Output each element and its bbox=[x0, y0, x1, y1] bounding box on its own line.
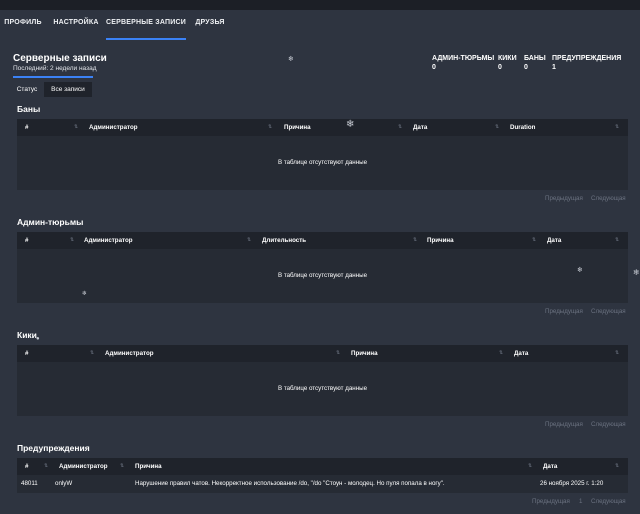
section-title-warnings: Предупреждения bbox=[17, 443, 90, 453]
col-header[interactable]: # bbox=[25, 345, 28, 362]
title-underline bbox=[13, 76, 93, 78]
col-header[interactable]: Дата bbox=[413, 119, 427, 136]
main-nav: ПРОФИЛЬ НАСТРОЙКА СЕРВЕРНЫЕ ЗАПИСИ ДРУЗЬ… bbox=[0, 10, 640, 40]
last-updated: Последний: 2 недели назад bbox=[13, 65, 97, 72]
prev-page-button[interactable]: Предыдущая bbox=[545, 195, 583, 202]
sort-icon[interactable]: ⇅ bbox=[336, 345, 340, 362]
tab-server-records[interactable]: СЕРВЕРНЫЕ ЗАПИСИ bbox=[106, 10, 186, 40]
tab-profile[interactable]: ПРОФИЛЬ bbox=[4, 10, 42, 40]
sort-icon[interactable]: ⇅ bbox=[398, 119, 402, 136]
cell-id: 48011 bbox=[21, 480, 38, 487]
jails-table: # ⇅ Администратор ⇅ Длительность ⇅ Причи… bbox=[17, 232, 628, 303]
col-header[interactable]: Причина bbox=[427, 232, 454, 249]
sort-icon[interactable]: ⇅ bbox=[74, 119, 78, 136]
next-page-button[interactable]: Следующая bbox=[591, 195, 626, 202]
subtab-status[interactable]: Статус bbox=[13, 82, 41, 97]
sort-icon[interactable]: ⇅ bbox=[120, 458, 124, 475]
next-page-button[interactable]: Следующая bbox=[591, 421, 626, 428]
prev-page-button[interactable]: Предыдущая bbox=[545, 308, 583, 315]
sort-icon[interactable]: ⇅ bbox=[615, 232, 619, 249]
snowflake-icon: ❄ bbox=[82, 291, 88, 297]
sort-icon[interactable]: ⇅ bbox=[532, 232, 536, 249]
col-header[interactable]: Дата bbox=[514, 345, 528, 362]
col-header[interactable]: Администратор bbox=[105, 345, 154, 362]
stat-value: 0 bbox=[432, 64, 436, 71]
window-top-strip bbox=[0, 0, 640, 10]
tab-settings[interactable]: НАСТРОЙКА bbox=[52, 10, 100, 40]
col-header[interactable]: # bbox=[25, 232, 28, 249]
empty-message: В таблице отсутствуют данные bbox=[277, 385, 368, 392]
stat-label: БАНЫ bbox=[524, 55, 546, 62]
sort-icon[interactable]: ⇅ bbox=[499, 345, 503, 362]
stat-label: ПРЕДУПРЕЖДЕНИЯ bbox=[552, 55, 622, 62]
col-header[interactable]: Администратор bbox=[84, 232, 133, 249]
stat-kicks: КИКИ 0 bbox=[498, 55, 517, 71]
sort-icon[interactable]: ⇅ bbox=[90, 345, 94, 362]
snowflake-icon: ❄ bbox=[633, 268, 640, 277]
stat-value: 0 bbox=[498, 64, 502, 71]
subtab-all-records[interactable]: Все записи bbox=[44, 82, 92, 97]
sort-icon[interactable]: ⇅ bbox=[44, 458, 48, 475]
col-header[interactable]: Причина bbox=[284, 119, 311, 136]
stat-bans: БАНЫ 0 bbox=[524, 55, 546, 71]
bans-table: # ⇅ Администратор ⇅ Причина ⇅ Дата ⇅ Dur… bbox=[17, 119, 628, 190]
sort-icon[interactable]: ⇅ bbox=[615, 458, 619, 475]
warnings-table: # ⇅ Администратор ⇅ Причина ⇅ Дата ⇅ 480… bbox=[17, 458, 628, 493]
table-header: # ⇅ Администратор ⇅ Причина ⇅ Дата ⇅ bbox=[17, 345, 628, 362]
prev-page-button[interactable]: Предыдущая bbox=[532, 498, 570, 505]
sort-icon[interactable]: ⇅ bbox=[247, 232, 251, 249]
next-page-button[interactable]: Следующая bbox=[591, 498, 626, 505]
section-title-jails: Админ-тюрьмы bbox=[17, 217, 84, 227]
cell-date: 26 ноября 2025 г. 1:20 bbox=[540, 480, 604, 487]
col-header[interactable]: Причина bbox=[135, 458, 162, 475]
col-header[interactable]: Длительность bbox=[262, 232, 306, 249]
page-title: Серверные записи bbox=[13, 53, 107, 64]
cell-reason: Нарушение правил чатов. Некорректное исп… bbox=[135, 480, 445, 487]
section-title-kicks: Кики bbox=[17, 330, 37, 340]
section-title-bans: Баны bbox=[17, 104, 41, 114]
col-header[interactable]: Duration bbox=[510, 119, 535, 136]
tab-friends[interactable]: ДРУЗЬЯ bbox=[192, 10, 228, 40]
col-header[interactable]: Причина bbox=[351, 345, 378, 362]
stat-value: 0 bbox=[524, 64, 528, 71]
snowflake-icon: ❄ bbox=[288, 56, 294, 63]
table-header: # ⇅ Администратор ⇅ Причина ⇅ Дата ⇅ bbox=[17, 458, 628, 475]
col-header[interactable]: Администратор bbox=[89, 119, 138, 136]
prev-page-button[interactable]: Предыдущая bbox=[545, 421, 583, 428]
sort-icon[interactable]: ⇅ bbox=[70, 232, 74, 249]
col-header[interactable]: Администратор bbox=[59, 458, 108, 475]
col-header[interactable]: # bbox=[25, 458, 28, 475]
col-header[interactable]: Дата bbox=[547, 232, 561, 249]
snowflake-icon: ● bbox=[36, 336, 40, 342]
page-number-button[interactable]: 1 bbox=[579, 498, 582, 505]
sort-icon[interactable]: ⇅ bbox=[615, 345, 619, 362]
empty-message: В таблице отсутствуют данные bbox=[277, 159, 368, 166]
next-page-button[interactable]: Следующая bbox=[591, 308, 626, 315]
sort-icon[interactable]: ⇅ bbox=[268, 119, 272, 136]
kicks-table: # ⇅ Администратор ⇅ Причина ⇅ Дата ⇅ В т… bbox=[17, 345, 628, 416]
sort-icon[interactable]: ⇅ bbox=[495, 119, 499, 136]
sort-icon[interactable]: ⇅ bbox=[615, 119, 619, 136]
table-header: # ⇅ Администратор ⇅ Длительность ⇅ Причи… bbox=[17, 232, 628, 249]
stat-value: 1 bbox=[552, 64, 556, 71]
empty-message: В таблице отсутствуют данные bbox=[277, 272, 368, 279]
table-header: # ⇅ Администратор ⇅ Причина ⇅ Дата ⇅ Dur… bbox=[17, 119, 628, 136]
snowflake-icon: ❄ bbox=[577, 267, 583, 274]
snowflake-icon: ❄ bbox=[346, 119, 355, 130]
sort-icon[interactable]: ⇅ bbox=[528, 458, 532, 475]
stat-admin-jails: АДМИН-ТЮРЬМЫ 0 bbox=[432, 55, 494, 71]
stat-warnings: ПРЕДУПРЕЖДЕНИЯ 1 bbox=[552, 55, 621, 71]
stat-label: КИКИ bbox=[498, 55, 517, 62]
sort-icon[interactable]: ⇅ bbox=[413, 232, 417, 249]
stat-label: АДМИН-ТЮРЬМЫ bbox=[432, 55, 495, 62]
cell-admin: onlyW bbox=[55, 480, 73, 487]
col-header[interactable]: Дата bbox=[543, 458, 557, 475]
col-header[interactable]: # bbox=[25, 119, 28, 136]
